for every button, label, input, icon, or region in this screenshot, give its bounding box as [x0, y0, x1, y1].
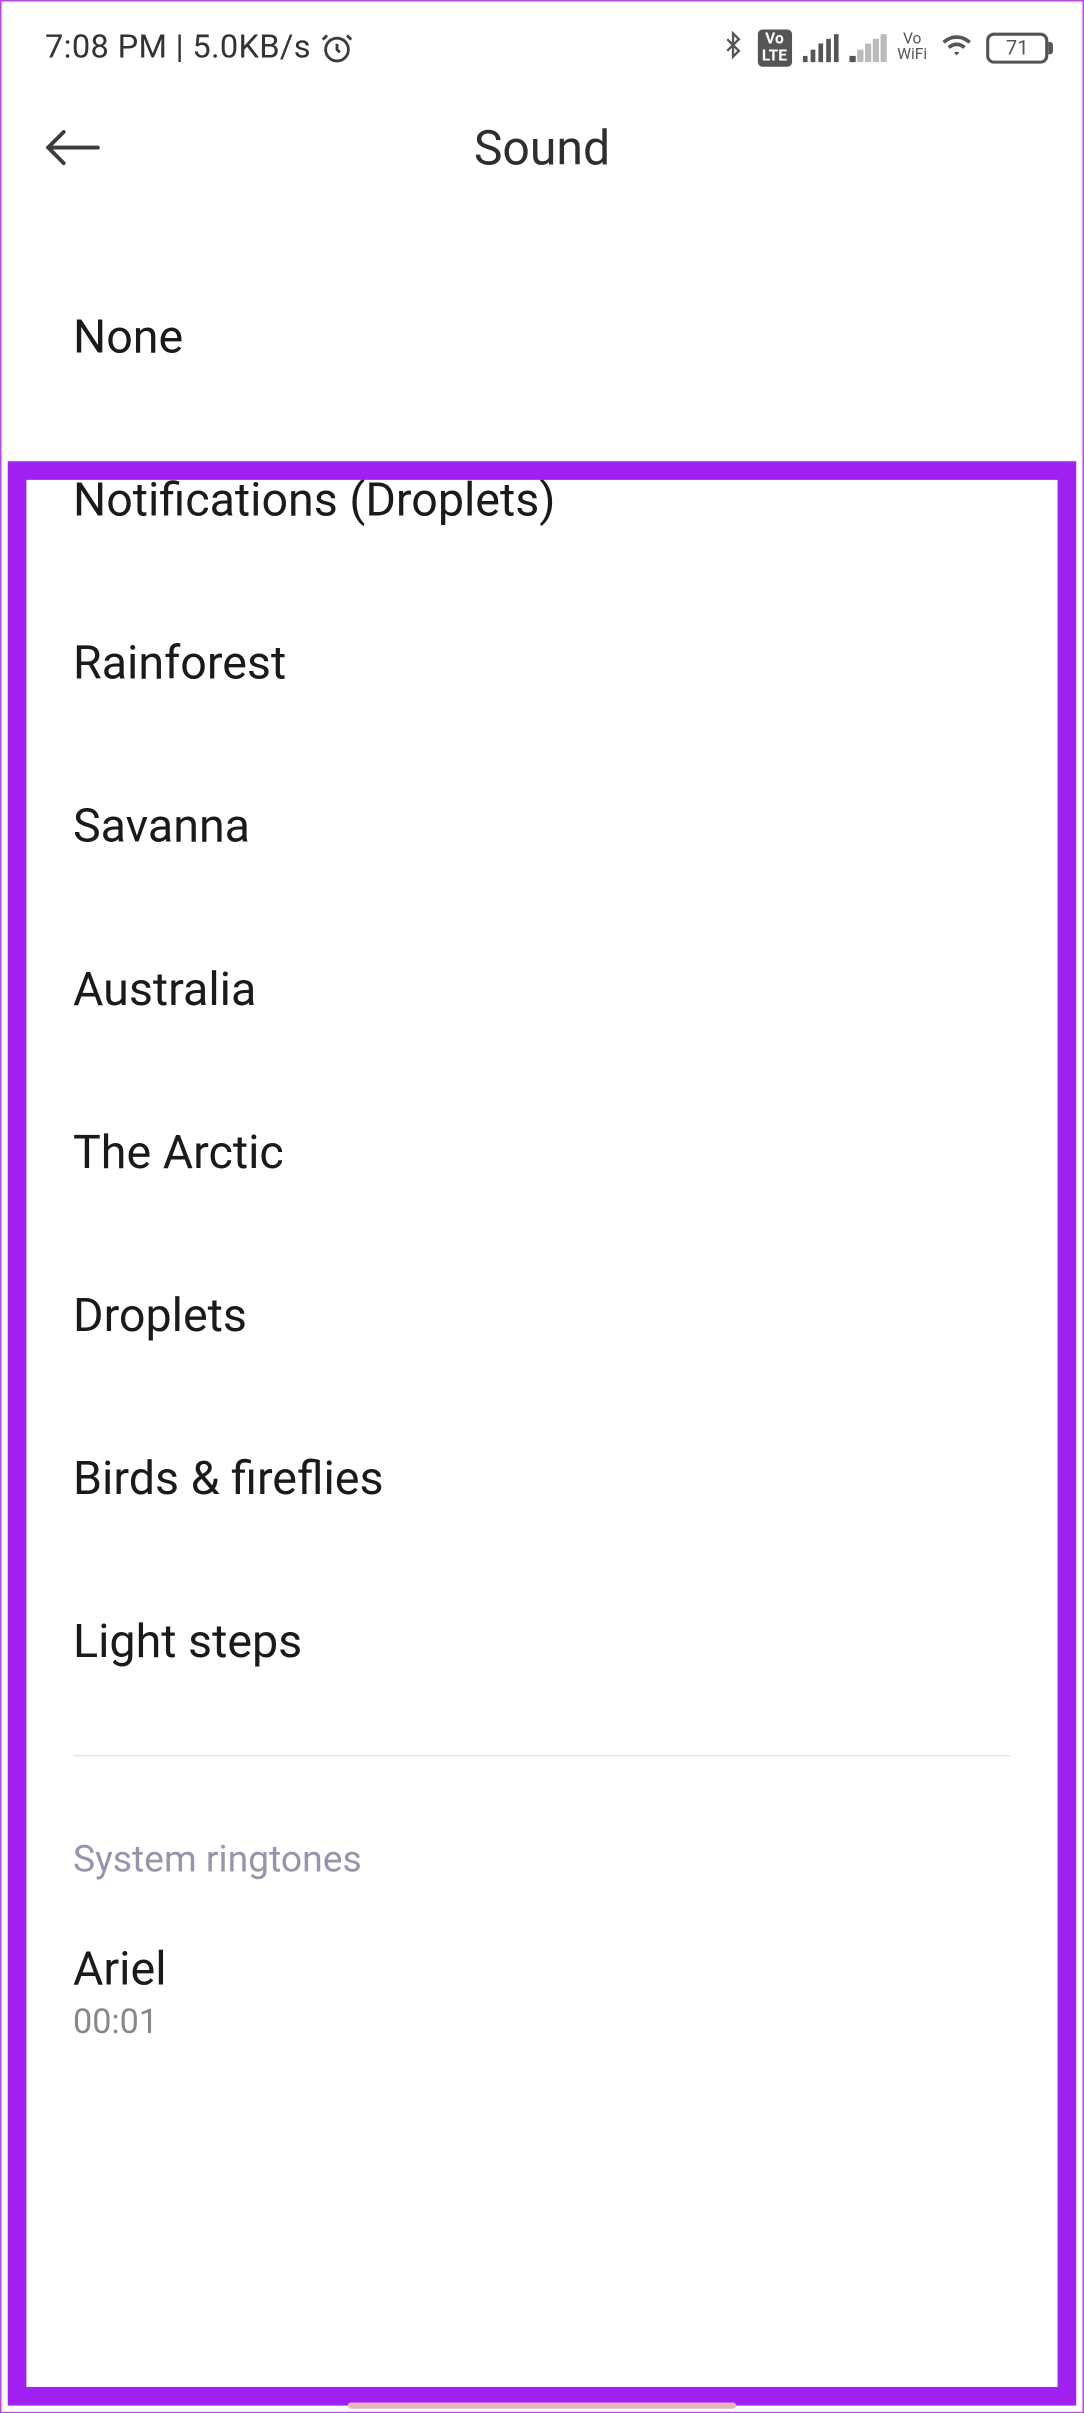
sound-item-notifications-droplets[interactable]: Notifications (Droplets) — [2, 419, 1083, 582]
sound-item-savanna[interactable]: Savanna — [2, 745, 1083, 908]
sound-item-rainforest[interactable]: Rainforest — [2, 582, 1083, 745]
vowifi-icon: Vo WiFi — [897, 33, 927, 64]
sound-item-droplets[interactable]: Droplets — [2, 1235, 1083, 1398]
ringtone-item-ariel[interactable]: Ariel 00:01 — [2, 1899, 1083, 2085]
back-button[interactable] — [45, 120, 101, 176]
ringtone-duration: 00:01 — [73, 2003, 1011, 2042]
sound-list: None Notifications (Droplets) Rainforest… — [2, 207, 1083, 2086]
volte-icon: VoLTE — [757, 30, 791, 67]
battery-icon: 71 — [986, 33, 1048, 64]
alarm-icon — [320, 31, 354, 65]
header: Sound — [2, 89, 1083, 207]
status-time: 7:08 PM — [45, 30, 167, 67]
sound-item-light-steps[interactable]: Light steps — [2, 1561, 1083, 1724]
status-bar: 7:08 PM | 5.0KB/s VoLTE Vo WiFi 71 — [2, 2, 1083, 89]
signal-icon — [802, 34, 838, 62]
sound-item-none[interactable]: None — [2, 256, 1083, 419]
bluetooth-icon — [718, 28, 746, 68]
sound-item-birds-fireflies[interactable]: Birds & fireflies — [2, 1398, 1083, 1561]
sound-item-australia[interactable]: Australia — [2, 909, 1083, 1072]
sound-item-the-arctic[interactable]: The Arctic — [2, 1072, 1083, 1235]
wifi-icon — [938, 30, 975, 67]
status-speed: 5.0KB/s — [192, 30, 311, 67]
status-right: VoLTE Vo WiFi 71 — [718, 28, 1048, 68]
divider — [73, 1755, 1011, 1757]
status-left: 7:08 PM | 5.0KB/s — [45, 30, 354, 67]
ringtone-title: Ariel — [73, 1943, 1011, 1997]
signal-icon-2 — [850, 34, 886, 62]
section-label-system-ringtones: System ringtones — [2, 1788, 1083, 1900]
page-title: Sound — [474, 119, 610, 176]
